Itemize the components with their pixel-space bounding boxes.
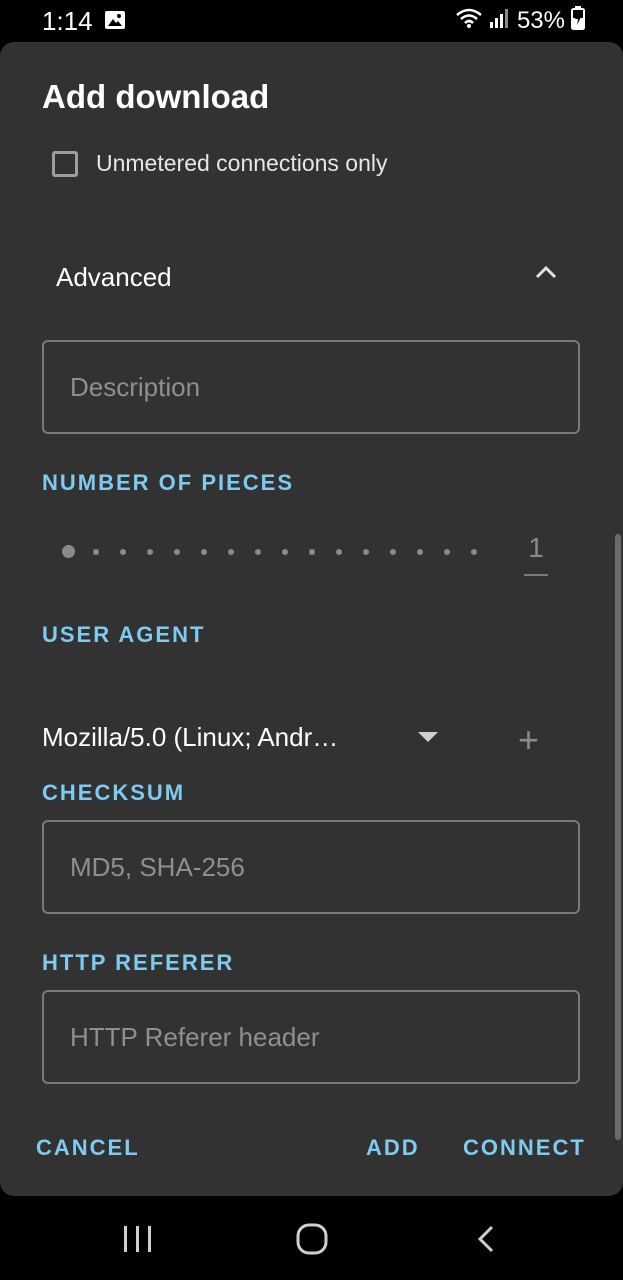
battery-icon	[571, 6, 585, 35]
slider-tick	[471, 549, 477, 555]
slider-tick	[93, 549, 99, 555]
slider-tick	[390, 549, 396, 555]
chevron-up-icon[interactable]	[534, 264, 558, 285]
status-right: 53%	[455, 6, 585, 35]
status-bar: 1:14 53%	[0, 0, 623, 42]
slider-tick	[255, 549, 261, 555]
cancel-button[interactable]: CANCEL	[36, 1135, 140, 1161]
checksum-label: CHECKSUM	[42, 780, 186, 805]
add-button[interactable]: ADD	[366, 1135, 420, 1161]
slider-tick	[417, 549, 423, 555]
signal-icon	[489, 7, 511, 34]
image-icon	[104, 10, 126, 35]
slider-tick	[201, 549, 207, 555]
slider-tick	[336, 549, 342, 555]
add-download-dialog: Add download Unmetered connections only …	[0, 42, 623, 1196]
slider-tick	[147, 549, 153, 555]
checksum-input[interactable]	[70, 822, 550, 912]
home-icon[interactable]	[295, 1222, 329, 1261]
referer-field[interactable]	[42, 990, 580, 1084]
user-agent-select[interactable]: Mozilla/5.0 (Linux; Andr…	[42, 722, 338, 753]
dropdown-arrow-icon[interactable]	[418, 732, 438, 742]
navigation-bar	[0, 1196, 623, 1280]
unmetered-row[interactable]: Unmetered connections only	[52, 150, 388, 177]
referer-label: HTTP REFERER	[42, 950, 235, 975]
description-field[interactable]	[42, 340, 580, 434]
status-time: 1:14	[42, 6, 93, 36]
slider-thumb[interactable]	[62, 545, 75, 558]
recent-apps-icon[interactable]	[122, 1224, 154, 1259]
battery-percent: 53%	[516, 6, 565, 34]
slider-tick	[174, 549, 180, 555]
dialog-title: Add download	[42, 78, 270, 115]
unmetered-label: Unmetered connections only	[96, 150, 388, 176]
advanced-label: Advanced	[56, 262, 172, 292]
add-icon[interactable]: +	[518, 722, 539, 758]
advanced-toggle[interactable]: Advanced	[56, 258, 566, 298]
slider-tick	[228, 549, 234, 555]
slider-tick	[282, 549, 288, 555]
pieces-label: NUMBER OF PIECES	[42, 470, 295, 495]
slider-tick	[363, 549, 369, 555]
pieces-slider[interactable]	[60, 542, 490, 562]
slider-tick	[309, 549, 315, 555]
back-icon[interactable]	[474, 1224, 498, 1259]
scrollbar[interactable]	[615, 534, 621, 1140]
description-input[interactable]	[70, 342, 550, 432]
user-agent-label: USER AGENT	[42, 622, 206, 647]
slider-tick	[120, 549, 126, 555]
slider-tick	[444, 549, 450, 555]
referer-input[interactable]	[70, 992, 550, 1082]
unmetered-checkbox[interactable]	[52, 150, 78, 177]
connect-button[interactable]: CONNECT	[463, 1135, 586, 1161]
pieces-value[interactable]: 1	[524, 532, 548, 564]
pieces-value-underline	[524, 574, 548, 576]
dialog-scroll-content[interactable]: Unmetered connections only Advanced NUMB…	[0, 144, 623, 1119]
wifi-icon	[455, 7, 483, 34]
checksum-field[interactable]	[42, 820, 580, 914]
